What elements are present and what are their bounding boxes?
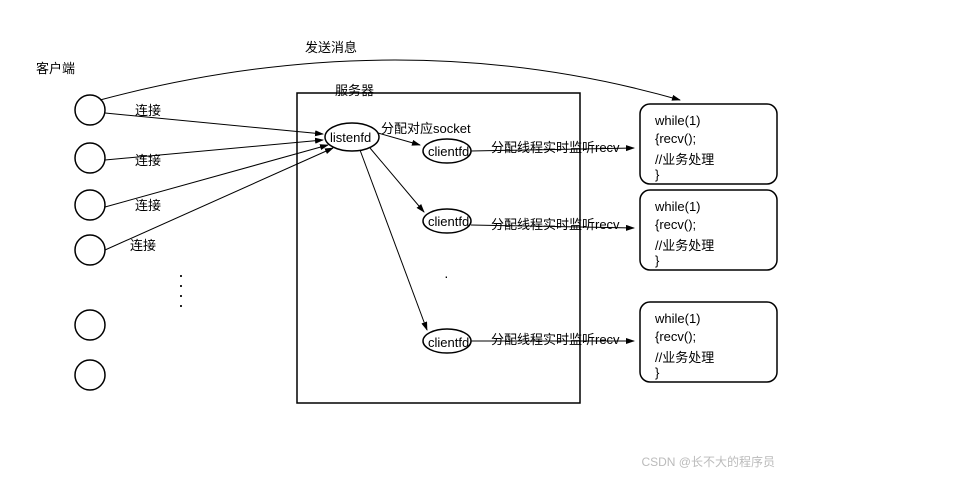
thread-arrow-1 <box>471 148 634 151</box>
conn-arrow-4 <box>105 148 333 250</box>
client-circle-6 <box>75 360 105 390</box>
send-msg-arrow <box>100 60 680 100</box>
code-box-1 <box>640 104 777 184</box>
clientfd-ellipse-2 <box>423 209 471 233</box>
conn-arrow-2 <box>105 140 323 160</box>
conn-arrow-3 <box>105 145 328 207</box>
listenfd-ellipse <box>325 123 379 151</box>
client-circle-3 <box>75 190 105 220</box>
assign-arrow-2 <box>370 148 424 212</box>
clientfd-ellipse-3 <box>423 329 471 353</box>
clientfd-ellipse-1 <box>423 139 471 163</box>
client-circle-2 <box>75 143 105 173</box>
code-box-3 <box>640 302 777 382</box>
client-circle-4 <box>75 235 105 265</box>
thread-arrow-2 <box>471 225 634 228</box>
assign-arrow-3 <box>360 150 427 330</box>
conn-arrow-1 <box>105 113 323 134</box>
assign-arrow-1 <box>378 133 420 145</box>
code-box-2 <box>640 190 777 270</box>
client-circle-5 <box>75 310 105 340</box>
